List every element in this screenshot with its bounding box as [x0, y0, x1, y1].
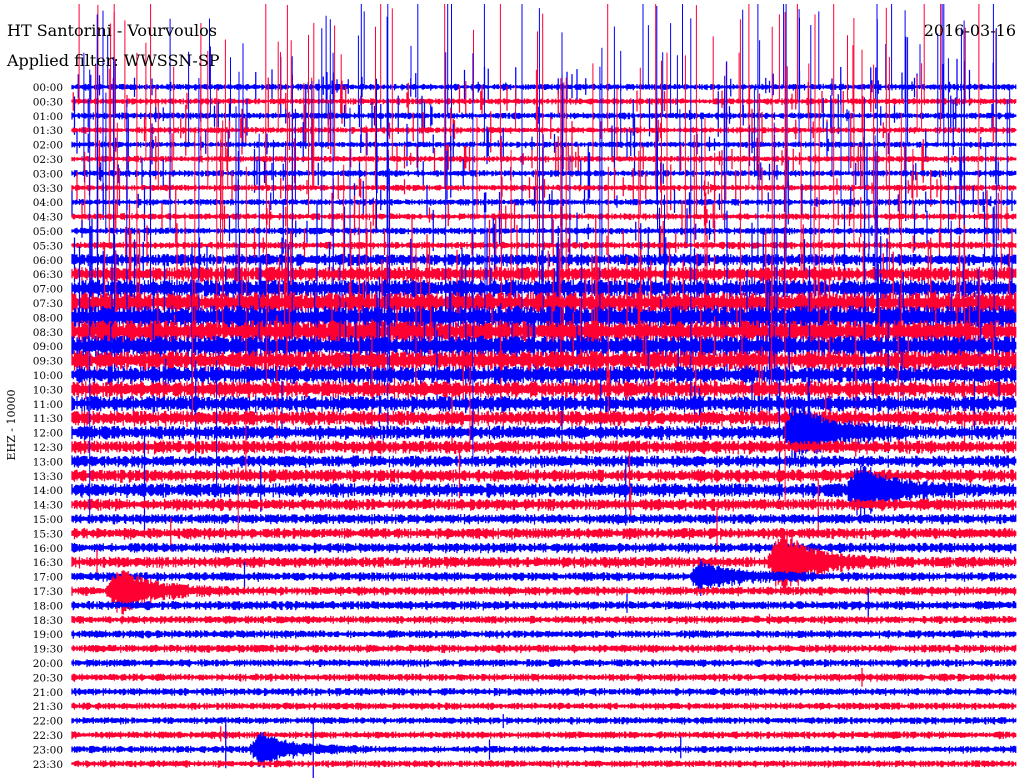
y-tick-label: 17:30 [33, 586, 63, 598]
y-tick-label: 03:00 [33, 168, 63, 180]
record-date: 2016-03-16 [924, 21, 1016, 40]
y-tick-label: 09:30 [33, 356, 63, 368]
y-tick-label: 19:00 [33, 629, 63, 641]
y-tick-label: 21:30 [33, 701, 63, 713]
trace-spikes [107, 4, 994, 87]
y-tick-label: 10:00 [33, 370, 63, 382]
trace-line [71, 714, 1017, 729]
y-tick-label: 23:30 [33, 759, 63, 771]
trace-line [71, 688, 1017, 697]
y-tick-label: 20:00 [33, 658, 63, 670]
y-tick-label: 08:00 [33, 312, 63, 324]
trace-line [71, 668, 1017, 687]
y-tick-label: 17:00 [33, 572, 63, 584]
y-tick-label: 16:00 [33, 543, 63, 555]
y-tick-label: 11:30 [33, 413, 63, 425]
y-tick-label: 04:30 [33, 212, 63, 224]
y-tick-label: 00:00 [33, 82, 63, 94]
y-tick-label: 22:00 [33, 716, 63, 728]
y-tick-label: 22:30 [33, 730, 63, 742]
y-tick-label: 15:30 [33, 528, 63, 540]
station-title: HT Santorini - Vourvoulos [7, 21, 217, 40]
y-tick-label: 05:30 [33, 240, 63, 252]
y-tick-label: 14:30 [33, 500, 63, 512]
y-tick-label: 06:30 [33, 269, 63, 281]
trace-line [71, 702, 1017, 711]
trace-line [71, 202, 1017, 260]
y-tick-label: 09:00 [33, 341, 63, 353]
trace-line [71, 104, 1017, 156]
y-axis-tick-labels: 00:00 00:30 01:00 01:30 02:00 02:30 03:00 03:30… [33, 82, 63, 771]
y-tick-label: 23:00 [33, 744, 63, 756]
y-tick-label: 08:30 [33, 327, 63, 339]
y-tick-label: 13:30 [33, 471, 63, 483]
y-tick-label: 04:00 [33, 197, 63, 209]
y-tick-label: 07:30 [33, 298, 63, 310]
y-tick-label: 03:30 [33, 183, 63, 195]
y-axis-channel-label: EHZ - 10000 [5, 390, 18, 461]
y-tick-label: 11:00 [33, 399, 63, 411]
trace-line [71, 542, 1017, 554]
y-tick-label: 13:00 [33, 456, 63, 468]
trace-line [71, 117, 1017, 174]
y-tick-label: 18:00 [33, 600, 63, 612]
trace-line [71, 721, 1017, 778]
y-tick-label: 14:00 [33, 485, 63, 497]
y-tick-label: 21:00 [33, 687, 63, 699]
y-tick-label: 05:00 [33, 226, 63, 238]
y-tick-label: 16:30 [33, 557, 63, 569]
trace-line [71, 83, 1017, 149]
y-tick-label: 06:00 [33, 255, 63, 267]
y-tick-label: 10:30 [33, 384, 63, 396]
trace-line [71, 630, 1017, 639]
y-tick-label: 20:30 [33, 672, 63, 684]
y-tick-label: 00:30 [33, 96, 63, 108]
trace-line [71, 613, 1017, 625]
trace-line [71, 440, 1017, 455]
y-tick-label: 02:00 [33, 140, 63, 152]
y-tick-label: 18:30 [33, 615, 63, 627]
trace-line [71, 514, 1017, 525]
y-tick-label: 19:30 [33, 644, 63, 656]
trace-line [71, 644, 1017, 654]
seismogram-traces [71, 4, 1017, 778]
trace-line [71, 726, 1017, 742]
trace-line [71, 659, 1017, 668]
y-tick-label: 12:00 [33, 428, 63, 440]
trace-line [71, 760, 1017, 768]
filter-label: Applied filter: WWSSN-SP [6, 51, 220, 70]
y-tick-label: 02:30 [33, 154, 63, 166]
trace-line [71, 455, 1017, 469]
y-tick-label: 07:00 [33, 284, 63, 296]
y-tick-label: 15:00 [33, 514, 63, 526]
y-tick-label: 01:30 [33, 125, 63, 137]
y-tick-label: 01:00 [33, 111, 63, 123]
seismogram-plot: 00:00 00:30 01:00 01:30 02:00 02:30 03:00 03:30… [5, 4, 1017, 778]
y-tick-label: 12:30 [33, 442, 63, 454]
